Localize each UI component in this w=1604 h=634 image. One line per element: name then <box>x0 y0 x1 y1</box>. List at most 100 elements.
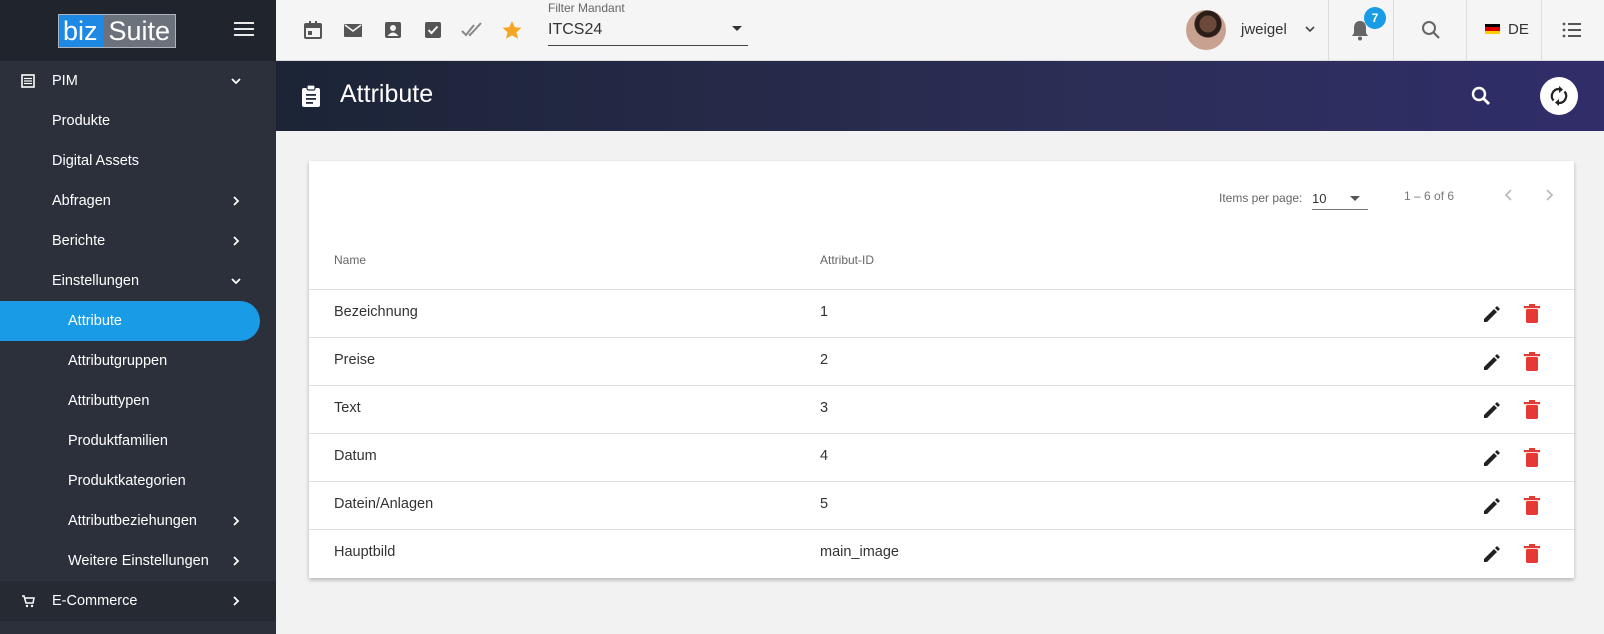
chevron-right-icon <box>233 516 240 526</box>
sidebar-item-label: Attributbeziehungen <box>68 513 197 529</box>
cell-name: Hauptbild <box>334 544 396 560</box>
search-icon[interactable] <box>1470 85 1492 107</box>
edit-icon[interactable] <box>1481 495 1503 517</box>
sidebar-item-produkte[interactable]: Produkte <box>0 101 276 141</box>
sidebar-item-berichte[interactable]: Berichte <box>0 221 276 261</box>
sidebar-item-abfragen[interactable]: Abfragen <box>0 181 276 221</box>
clipboard-icon <box>302 84 320 107</box>
sidebar-item-attributgruppen[interactable]: Attributgruppen <box>0 341 276 381</box>
column-header-attribut-id[interactable]: Attribut-ID <box>820 253 874 267</box>
cell-name: Preise <box>334 352 376 368</box>
chevron-right-icon <box>233 596 240 606</box>
double-check-icon[interactable] <box>461 19 483 41</box>
cell-name: Datein/Anlagen <box>334 496 434 512</box>
cell-attribut-id: main_image <box>820 544 899 560</box>
checkbox-icon[interactable] <box>422 19 444 41</box>
cell-name: Bezeichnung <box>334 304 418 320</box>
delete-icon[interactable] <box>1522 399 1542 421</box>
sidebar-item-digital-assets[interactable]: Digital Assets <box>0 141 276 181</box>
sidebar-item-attributtypen[interactable]: Attributtypen <box>0 381 276 421</box>
sidebar-item-weitere-einstellungen[interactable]: Weitere Einstellungen <box>0 541 276 581</box>
edit-icon[interactable] <box>1481 351 1503 373</box>
next-page-icon[interactable] <box>1541 187 1557 203</box>
items-per-page-value: 10 <box>1312 191 1327 206</box>
sidebar-item-attributbeziehungen[interactable]: Attributbeziehungen <box>0 501 276 541</box>
delete-icon[interactable] <box>1522 495 1542 517</box>
divider <box>1393 0 1394 60</box>
logo-bar: biz Suite <box>0 0 276 61</box>
edit-icon[interactable] <box>1481 303 1503 325</box>
sidebar-item-produktkategorien[interactable]: Produktkategorien <box>0 461 276 501</box>
menu-toggle-icon[interactable] <box>234 22 254 38</box>
previous-page-icon[interactable] <box>1501 187 1517 203</box>
items-per-page-select[interactable]: 10 <box>1312 185 1368 210</box>
dropdown-caret-icon <box>1350 196 1360 201</box>
delete-icon[interactable] <box>1522 447 1542 469</box>
sidebar-item-label: Weitere Einstellungen <box>68 553 209 569</box>
page-title: Attribute <box>340 80 434 108</box>
sidebar-item-label: E-Commerce <box>52 593 138 609</box>
sidebar-item-label: Digital Assets <box>52 153 140 169</box>
pagination-range: 1 – 6 of 6 <box>1404 189 1455 203</box>
divider <box>1541 0 1542 60</box>
sidebar-item-pim[interactable]: PIM <box>0 61 276 101</box>
chevron-right-icon <box>233 556 240 566</box>
edit-icon[interactable] <box>1481 399 1503 421</box>
flag-de-icon[interactable] <box>1485 24 1500 34</box>
calendar-icon[interactable] <box>302 19 324 41</box>
chevron-down-icon[interactable] <box>1303 22 1317 36</box>
divider <box>1466 0 1467 60</box>
sidebar-item-e-commerce[interactable]: E-Commerce <box>0 581 276 621</box>
edit-icon[interactable] <box>1481 543 1503 565</box>
filter-mandant-value: ITCS24 <box>548 21 603 38</box>
sidebar: biz Suite PIM Produkte Digital Assets Ab… <box>0 0 276 634</box>
sidebar-item-label: Produktfamilien <box>68 433 168 449</box>
table-row[interactable]: Bezeichnung 1 <box>309 289 1574 337</box>
table-body: Bezeichnung 1 Preise 2 Text 3 Datum 4 Da… <box>309 289 1574 577</box>
filter-mandant-label: Filter Mandant <box>548 1 625 15</box>
sidebar-item-label: PIM <box>52 73 78 89</box>
cell-attribut-id: 3 <box>820 400 829 416</box>
cell-attribut-id: 5 <box>820 496 829 512</box>
cell-attribut-id: 1 <box>820 304 829 320</box>
delete-icon[interactable] <box>1522 543 1542 565</box>
username[interactable]: jweigel <box>1241 21 1287 38</box>
chevron-right-icon <box>233 196 240 206</box>
mail-icon[interactable] <box>342 19 364 41</box>
column-header-name[interactable]: Name <box>334 253 366 267</box>
language-selector[interactable]: DE <box>1508 21 1529 38</box>
table-row[interactable]: Hauptbild main_image <box>309 529 1574 577</box>
divider <box>1328 0 1329 60</box>
star-icon[interactable] <box>501 19 523 41</box>
contact-icon[interactable] <box>382 19 404 41</box>
avatar[interactable] <box>1186 10 1226 50</box>
attribute-table-card: Items per page: 10 1 – 6 of 6 Name Attri… <box>309 161 1574 578</box>
sidebar-item-label: Produkte <box>52 113 111 129</box>
app-logo[interactable]: biz Suite <box>58 13 177 48</box>
page-header: Attribute <box>276 61 1604 131</box>
delete-icon[interactable] <box>1522 303 1542 325</box>
sidebar-item-produktfamilien[interactable]: Produktfamilien <box>0 421 276 461</box>
table-row[interactable]: Datein/Anlagen 5 <box>309 481 1574 529</box>
delete-icon[interactable] <box>1522 351 1542 373</box>
list-icon[interactable] <box>1561 19 1583 41</box>
cart-icon <box>22 595 35 608</box>
cell-attribut-id: 4 <box>820 448 829 464</box>
logo-text-biz: biz <box>59 14 103 47</box>
topbar: Filter Mandant ITCS24 jweigel 7 DE <box>276 0 1604 61</box>
sidebar-item-label: Produktkategorien <box>68 473 186 489</box>
table-row[interactable]: Text 3 <box>309 385 1574 433</box>
sidebar-item-einstellungen[interactable]: Einstellungen <box>0 261 276 301</box>
table-row[interactable]: Datum 4 <box>309 433 1574 481</box>
filter-mandant-select[interactable]: Filter Mandant ITCS24 <box>548 0 748 46</box>
chevron-down-icon <box>231 78 241 85</box>
cell-name: Text <box>334 400 361 416</box>
table-row[interactable]: Preise 2 <box>309 337 1574 385</box>
sync-icon <box>1550 86 1568 106</box>
sync-button[interactable] <box>1540 77 1578 115</box>
search-icon[interactable] <box>1420 19 1442 41</box>
notification-badge: 7 <box>1364 7 1386 29</box>
edit-icon[interactable] <box>1481 447 1503 469</box>
sidebar-item-attribute[interactable]: Attribute <box>0 301 260 341</box>
sidebar-item-label: Attributtypen <box>68 393 150 409</box>
